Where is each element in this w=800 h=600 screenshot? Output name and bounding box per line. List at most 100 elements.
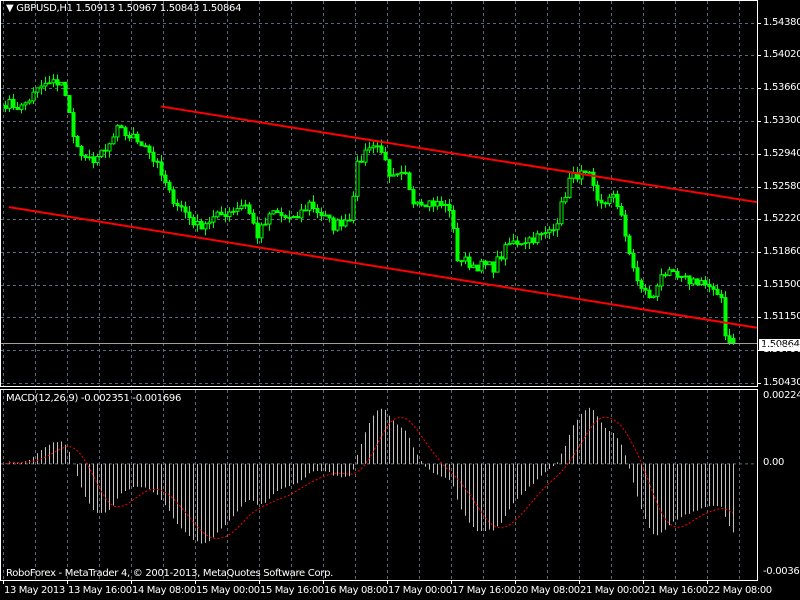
candle-body [335,219,340,231]
price-tick-label: 1.51150 [763,310,800,322]
candle-body [143,145,148,148]
candle-body [659,274,664,287]
time-tick-label: 15 May 16:00 [260,585,324,596]
candle-body [295,216,300,219]
candle-body [11,98,16,108]
candle-body [167,181,172,191]
candle-body [203,223,208,230]
candle-body [303,209,308,212]
candle-body [31,91,36,102]
candle-body [215,211,220,218]
candle-body [327,214,332,219]
candle-body [299,209,304,219]
time-tick-label: 21 May 00:00 [580,585,644,596]
candle-body [231,210,236,213]
price-tick-label: 1.53660 [763,81,800,93]
macd-tick-label: 0.00 [763,457,785,468]
candle-body [131,133,136,139]
candle-body [339,219,344,227]
candle-body [387,159,392,177]
candle-body [635,267,640,282]
candle-body [491,261,496,273]
candle-body [371,145,376,149]
candle-body [675,270,680,278]
candle-body [439,201,444,206]
candle-body [219,211,224,216]
candle-body [547,229,552,234]
candle-body [259,224,264,239]
time-tick-label: 22 May 08:00 [708,585,772,596]
candle-body [543,232,548,235]
candle-body [103,149,108,152]
candle-body [671,269,676,272]
candle-body [551,229,556,232]
candle-body [343,219,348,227]
candle-body [619,205,624,216]
candle-body [723,297,728,337]
candle-body [395,173,400,176]
candle-body [611,193,616,198]
candle-body [455,228,460,262]
price-tick-label: 1.50430 [763,376,800,388]
candle-body [23,102,28,106]
price-chart[interactable] [0,0,800,600]
candle-body [83,155,88,158]
candle-body [559,201,564,225]
symbol-header: ▼ GBPUSD,H1 1.50913 1.50967 1.50843 1.50… [6,3,242,14]
time-tick-label: 14 May 08:00 [132,585,196,596]
candle-body [107,143,112,152]
candle-body [27,100,32,104]
candle-body [411,189,416,205]
candle-body [87,156,92,159]
candle-body [443,203,448,206]
candle-body [75,135,80,147]
candle-body [311,201,316,210]
candle-body [191,217,196,226]
price-tick-label: 1.53300 [763,114,800,126]
price-tick-label: 1.51500 [763,278,800,290]
candle-body [315,208,320,214]
time-tick-label: 21 May 16:00 [644,585,708,596]
candle-body [463,256,468,262]
candle-body [63,81,68,97]
trendline-lower [8,206,758,329]
candle-body [251,212,256,224]
macd-label: MACD(12,26,9) -0.002351 -0.001696 [6,393,182,404]
time-tick-label: 16 May 08:00 [324,585,388,596]
candle-body [207,221,212,225]
candle-body [363,149,368,163]
candle-body [643,287,648,291]
candle-body [467,256,472,268]
candle-body [247,204,252,214]
candle-body [487,261,492,266]
candle-body [367,147,372,151]
candle-body [471,264,476,268]
candle-body [79,145,84,157]
candle-body [523,242,528,245]
time-tick-label: 15 May 00:00 [196,585,260,596]
candle-body [503,244,508,260]
candle-body [447,203,452,212]
candle-body [435,201,440,207]
candle-body [111,136,116,145]
candle-body [95,155,100,164]
candle-body [67,95,72,114]
candle-body [475,264,480,272]
copyright-text: RoboForex - MetaTrader 4, © 2001-2013, M… [6,568,334,579]
candle-body [715,288,720,295]
candle-body [375,145,380,148]
candle-body [495,256,500,273]
candle-body [355,160,360,197]
candle-body [119,125,124,129]
candle-body [159,161,164,176]
candle-body [199,220,204,230]
candle-body [195,220,200,226]
candle-body [527,237,532,244]
time-tick-label: 17 May 16:00 [452,585,516,596]
candle-body [379,145,384,153]
candle-body [243,204,248,207]
candle-body [139,141,144,147]
candle-body [35,87,40,93]
candle-body [275,210,280,214]
macd-tick-label: 0.002248 [763,390,800,401]
